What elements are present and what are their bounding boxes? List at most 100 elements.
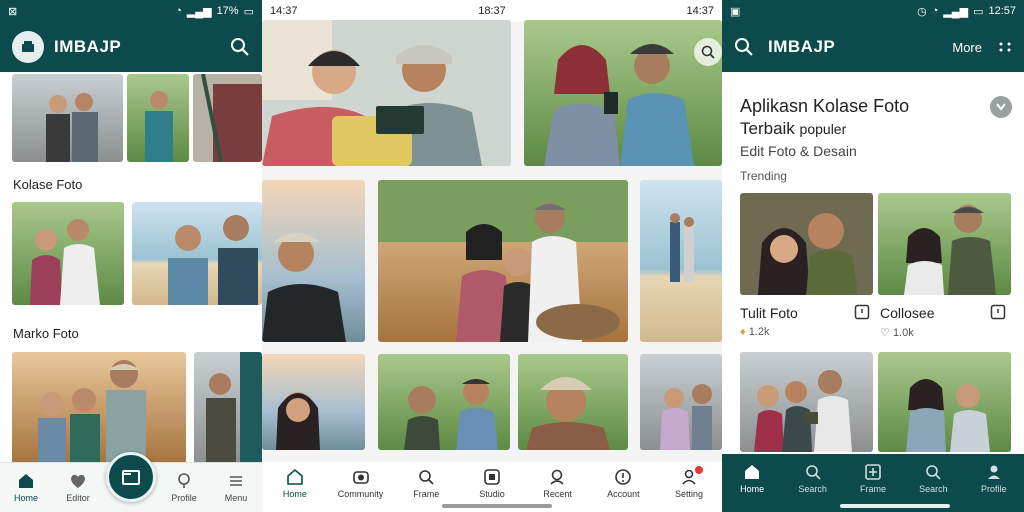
- home-icon: [745, 464, 760, 479]
- nav-setting[interactable]: Setting: [665, 465, 713, 499]
- nav-community[interactable]: Community: [337, 468, 385, 499]
- card-meta: ♡ 1.0k: [880, 326, 914, 339]
- nav-label: Search: [798, 483, 827, 494]
- status-bar: ⊠ ◔ ▂▄▆ 17% ▭: [0, 0, 262, 22]
- nav-label: Setting: [675, 488, 704, 499]
- status-time-right: 14:37: [686, 5, 714, 17]
- photo-tile[interactable]: [262, 354, 365, 450]
- nav-search-2[interactable]: Search: [909, 463, 957, 494]
- collage-card-image[interactable]: [878, 193, 1011, 295]
- app-title: IMBAJP: [768, 37, 836, 56]
- search-person-icon: [178, 473, 190, 488]
- home-icon: [287, 468, 303, 485]
- trending-label: Trending: [740, 169, 787, 183]
- home-icon: [19, 474, 33, 488]
- nav-label: Profile: [980, 483, 1007, 494]
- card-meta-value: 1.0k: [892, 327, 914, 339]
- collage-card-image[interactable]: [878, 352, 1011, 452]
- photo-tile[interactable]: [262, 180, 365, 342]
- card-meta-value: 1.2k: [748, 326, 770, 338]
- search-icon: [419, 469, 434, 485]
- nav-search[interactable]: Search: [789, 463, 837, 494]
- photo-thumb[interactable]: [193, 74, 262, 162]
- nav-studio[interactable]: Studio: [468, 468, 516, 499]
- nav-account[interactable]: Account: [599, 468, 647, 499]
- photo-thumb[interactable]: [12, 352, 186, 464]
- nav-profile[interactable]: Profile: [970, 463, 1018, 494]
- photo-thumb[interactable]: [132, 202, 262, 305]
- photo-tile[interactable]: [262, 20, 511, 166]
- nav-label: Editor: [66, 493, 90, 503]
- photo-thumb[interactable]: [12, 74, 123, 162]
- nav-recent[interactable]: Recent: [534, 468, 582, 499]
- nav-label: Recent: [543, 488, 572, 499]
- heart-icon: ♡: [880, 327, 890, 339]
- collage-card-title[interactable]: Tulit Foto: [740, 305, 798, 321]
- nav-label: Search: [919, 483, 948, 494]
- nav-label: Studio: [479, 488, 505, 499]
- camera-icon: [352, 470, 369, 484]
- photo-tile[interactable]: [640, 180, 722, 342]
- nav-frame[interactable]: Frame: [849, 463, 897, 494]
- collage-card-image[interactable]: [740, 193, 873, 295]
- status-bar: 14:37 18:37 14:37: [262, 0, 722, 22]
- section-title: Kolase Foto: [13, 177, 83, 192]
- battery-percent: 17%: [216, 5, 239, 17]
- status-time: 12:57: [988, 5, 1016, 17]
- hero-heading: Aplikasn Kolase Foto Terbaik populer Edi…: [740, 96, 909, 159]
- grid-menu-icon[interactable]: [998, 40, 1012, 54]
- nav-label: Profile: [171, 493, 197, 503]
- nav-profile[interactable]: Profile: [160, 472, 208, 503]
- app-title: IMBAJP: [54, 37, 122, 56]
- nav-label: Home: [282, 488, 307, 499]
- frame-icon[interactable]: [990, 304, 1006, 320]
- nav-home[interactable]: Home: [728, 463, 776, 494]
- photo-tile[interactable]: [640, 354, 722, 450]
- photo-tile[interactable]: [524, 20, 722, 166]
- photo-tile[interactable]: [378, 180, 628, 342]
- frame-icon: [865, 463, 881, 480]
- nav-menu[interactable]: Menu: [212, 472, 260, 503]
- search-icon: [805, 464, 821, 480]
- panel-collage-app: ▣ ◷ ◔ ▂▄▆ ▭ 12:57 IMBAJP More Aplikasn Kolas…: [722, 0, 1024, 512]
- photo-thumb[interactable]: [127, 74, 189, 162]
- search-icon[interactable]: [230, 37, 250, 57]
- collage-icon: [122, 469, 140, 485]
- flame-icon: ♦: [740, 326, 746, 338]
- nav-label: Frame: [859, 483, 886, 494]
- nav-home[interactable]: Home: [271, 468, 319, 499]
- heading-subtitle: Edit Foto & Desain: [740, 143, 857, 159]
- collage-card-title[interactable]: Collosee: [880, 305, 934, 321]
- chevron-down-icon[interactable]: [990, 96, 1012, 118]
- panel-home-feed: ⊠ ◔ ▂▄▆ 17% ▭ IMBAJP Kolase Foto Marko Foto: [0, 0, 262, 512]
- photo-tile[interactable]: [518, 354, 628, 450]
- app-logo[interactable]: [12, 31, 44, 63]
- photo-thumb[interactable]: [194, 352, 262, 464]
- heart-icon: [71, 474, 85, 488]
- status-time: 14:37: [270, 5, 298, 17]
- photo-tile[interactable]: [378, 354, 510, 450]
- more-link[interactable]: More: [952, 40, 982, 55]
- bottom-navigation: Home Editor Profile Menu: [0, 451, 262, 512]
- photo-thumb[interactable]: [12, 202, 124, 305]
- nav-editor[interactable]: Editor: [54, 472, 102, 503]
- signal-icon: ▂▄▆: [186, 5, 212, 18]
- heading-line1: Aplikasn Kolase Foto: [740, 96, 910, 116]
- notification-dot: [695, 465, 704, 474]
- nav-home[interactable]: Home: [2, 472, 50, 503]
- heading-line2: Terbaik: [740, 119, 795, 138]
- profile-icon: [987, 465, 1000, 479]
- gesture-bar: [840, 504, 950, 508]
- collage-fab-button[interactable]: [106, 451, 156, 502]
- search-icon[interactable]: [694, 38, 722, 66]
- status-time-center: 18:37: [478, 5, 506, 17]
- gesture-bar: [442, 504, 552, 508]
- search-icon[interactable]: [734, 37, 754, 57]
- nav-label: Account: [607, 488, 640, 499]
- frame-icon[interactable]: [854, 304, 870, 320]
- nav-frame[interactable]: Frame: [402, 468, 450, 499]
- panel-gallery: 14:37 18:37 14:37 Home Community Frame S…: [262, 0, 722, 512]
- menu-icon: [230, 476, 242, 486]
- wifi-icon: ◔: [931, 5, 939, 17]
- collage-card-image[interactable]: [740, 352, 873, 452]
